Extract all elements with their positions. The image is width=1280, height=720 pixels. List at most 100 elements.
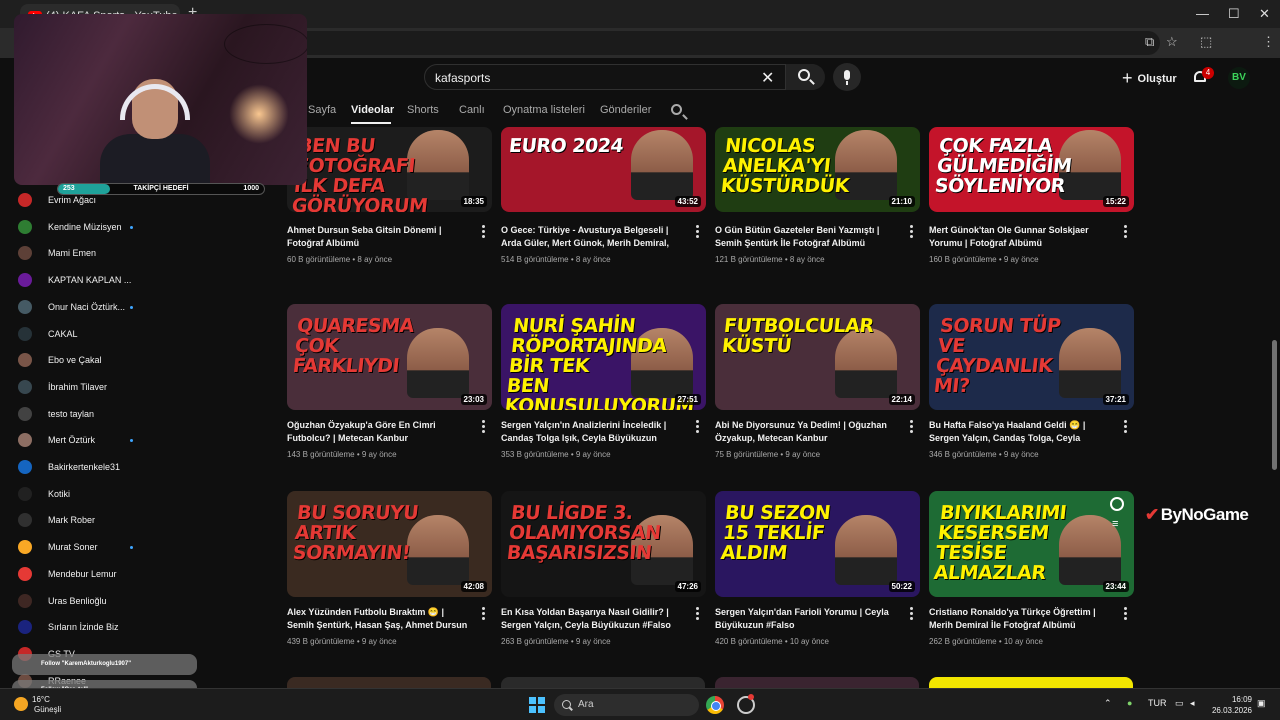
create-button[interactable]: + Oluştur: [1122, 68, 1177, 89]
video-title[interactable]: Cristiano Ronaldo'ya Türkçe Öğrettim | M…: [929, 606, 1114, 632]
extensions-icon[interactable]: ⬚: [1200, 34, 1212, 50]
video-title[interactable]: O Gün Bütün Gazeteler Beni Yazmıştı | Se…: [715, 224, 900, 250]
video-more-options-icon[interactable]: [696, 225, 699, 238]
video-title[interactable]: En Kısa Yoldan Başarıya Nasıl Gidilir? |…: [501, 606, 686, 632]
video-more-options-icon[interactable]: [696, 420, 699, 433]
video-title[interactable]: Ahmet Dursun Seba Gitsin Dönemi | Fotoğr…: [287, 224, 472, 250]
video-more-options-icon[interactable]: [910, 420, 913, 433]
video-title[interactable]: Oğuzhan Özyakup'a Göre En Cimri Futbolcu…: [287, 419, 472, 445]
sidebar-channel-item[interactable]: Kotiki: [18, 484, 143, 504]
video-title[interactable]: Mert Günok'tan Ole Gunnar Solskjaer Yoru…: [929, 224, 1114, 250]
notification-center-icon[interactable]: ▣: [1257, 698, 1266, 709]
sidebar-channel-item[interactable]: KAPTAN KAPLAN ...: [18, 270, 143, 290]
video-age: 9 ay önce: [575, 637, 611, 646]
microphone-tray-icon[interactable]: ●: [1127, 698, 1132, 708]
video-thumbnail-partial[interactable]: [715, 677, 919, 688]
video-thumbnail-partial[interactable]: [287, 677, 491, 688]
sidebar-channel-item[interactable]: CAKAL: [18, 324, 143, 344]
minimize-button[interactable]: —: [1196, 6, 1209, 21]
cast-icon[interactable]: ⧉: [1145, 34, 1154, 50]
channel-avatar: [18, 540, 32, 555]
sidebar-channel-item[interactable]: testo taylan: [18, 404, 143, 424]
video-thumbnail[interactable]: NICOLAS ANELKA'YI KÜSTÜRDÜK 21:10: [715, 127, 920, 212]
video-thumbnail[interactable]: BU LİGDE 3. OLAMIYORSAN BAŞARISIZSIN 47:2…: [501, 491, 706, 597]
chrome-menu-icon[interactable]: ⋮: [1262, 34, 1275, 50]
maximize-button[interactable]: ☐: [1228, 6, 1240, 22]
video-title[interactable]: Alex Yüzünden Futbolu Bıraktım 😁 | Semih…: [287, 606, 472, 632]
sidebar-channel-item[interactable]: Bakirkertenkele31: [18, 457, 143, 477]
sidebar-channel-item[interactable]: İbrahim Tilaver: [18, 377, 143, 397]
meta-separator: •: [568, 255, 576, 264]
video-views: 346 B görüntüleme: [929, 450, 997, 459]
video-more-options-icon[interactable]: [910, 225, 913, 238]
sidebar-channel-item[interactable]: Ebo ve Çakal: [18, 350, 143, 370]
search-button[interactable]: [785, 64, 825, 90]
sidebar-channel-item[interactable]: Mark Rober: [18, 510, 143, 530]
windows-start-icon[interactable]: [529, 697, 545, 713]
bookmark-star-icon[interactable]: ☆: [1166, 34, 1178, 50]
tab-shorts[interactable]: Shorts: [407, 104, 439, 116]
weather-widget[interactable]: 16°C Güneşli: [14, 695, 61, 715]
video-more-options-icon[interactable]: [482, 420, 485, 433]
tray-chevron-icon[interactable]: ⌃: [1104, 698, 1112, 709]
volume-icon[interactable]: ◂: [1190, 698, 1195, 709]
meta-separator: •: [782, 637, 790, 646]
video-thumbnail[interactable]: FUTBOLCULAR KÜSTÜ 22:14: [715, 304, 920, 410]
search-box[interactable]: kafasports ✕: [424, 64, 825, 90]
sidebar-channel-item[interactable]: Mendebur Lemur: [18, 564, 143, 584]
sidebar-channel-item[interactable]: Uras Benlioğlu: [18, 591, 143, 611]
video-thumbnail[interactable]: SORUN TÜP VE ÇAYDANLIK MI? 37:21: [929, 304, 1134, 410]
video-more-options-icon[interactable]: [482, 225, 485, 238]
close-window-button[interactable]: ✕: [1259, 6, 1270, 22]
sidebar-channel-item[interactable]: Mert Öztürk: [18, 430, 143, 450]
taskbar-search[interactable]: Ara: [554, 694, 699, 716]
video-title[interactable]: Sergen Yalçın'dan Farioli Yorumu | Ceyla…: [715, 606, 900, 632]
follower-goal-bar: TAKİPÇİ HEDEFİ 253 1000: [57, 183, 265, 195]
video-more-options-icon[interactable]: [1124, 420, 1127, 433]
video-duration-badge: 18:35: [460, 196, 487, 207]
tab-oynatma-listeleri[interactable]: Oynatma listeleri: [503, 104, 585, 116]
language-indicator[interactable]: TUR: [1148, 698, 1167, 708]
video-thumbnail[interactable]: NURİ ŞAHİN RÖPORTAJINDA BİR TEK BEN KONU…: [501, 304, 706, 410]
video-thumbnail[interactable]: QUARESMA ÇOK FARKLIYDI 23:03: [287, 304, 492, 410]
address-bar[interactable]: [160, 31, 1160, 55]
video-thumbnail[interactable]: BU SEZON 15 TEKLİF ALDIM 50:22: [715, 491, 920, 597]
video-more-options-icon[interactable]: [910, 607, 913, 620]
video-more-options-icon[interactable]: [1124, 225, 1127, 238]
video-more-options-icon[interactable]: [482, 607, 485, 620]
video-title[interactable]: Abi Ne Diyorsunuz Ya Dedim! | Oğuzhan Öz…: [715, 419, 900, 445]
page-scrollbar[interactable]: [1272, 340, 1277, 470]
account-avatar[interactable]: BV: [1228, 67, 1250, 89]
video-thumbnail[interactable]: BU SORUYU ARTIK SORMAYIN! 42:08: [287, 491, 492, 597]
sidebar-channel-item[interactable]: Sırların İzinde Biz: [18, 617, 143, 637]
video-more-options-icon[interactable]: [1124, 607, 1127, 620]
tab-videolar[interactable]: Videolar: [351, 104, 394, 116]
taskbar-clock[interactable]: 16:09 26.03.2026: [1206, 694, 1252, 716]
voice-search-icon[interactable]: [833, 63, 861, 91]
tab-gonderiler[interactable]: Gönderiler: [600, 104, 651, 116]
video-thumbnail[interactable]: BIYIKLARIMI KESERSEM TESİSE ALMAZLAR 23:4…: [929, 491, 1134, 597]
meta-separator: •: [782, 255, 790, 264]
video-title[interactable]: O Gece: Türkiye - Avusturya Belgeseli | …: [501, 224, 686, 250]
sidebar-channel-item[interactable]: Mami Emen: [18, 243, 143, 263]
sidebar-channel-item[interactable]: Kendine Müzisyen: [18, 217, 143, 237]
search-input[interactable]: kafasports: [435, 71, 490, 85]
video-thumbnail-partial[interactable]: [501, 677, 705, 688]
add-to-queue-icon[interactable]: ≡: [1112, 518, 1118, 530]
video-more-options-icon[interactable]: [696, 607, 699, 620]
clear-search-icon[interactable]: ✕: [761, 68, 774, 88]
tab-sayfa[interactable]: Sayfa: [308, 104, 336, 116]
chrome-app-icon[interactable]: [706, 696, 724, 714]
tab-canli[interactable]: Canlı: [459, 104, 485, 116]
video-meta: 420 B görüntüleme • 10 ay önce: [715, 637, 829, 646]
video-age: 10 ay önce: [1003, 637, 1043, 646]
video-title[interactable]: Bu Hafta Falso'ya Haaland Geldi 😁 | Serg…: [929, 419, 1114, 445]
sidebar-channel-item[interactable]: Murat Soner: [18, 537, 143, 557]
network-icon[interactable]: ▭: [1175, 698, 1184, 709]
video-thumbnail-partial[interactable]: [929, 677, 1133, 688]
sidebar-channel-item[interactable]: Onur Naci Öztürk...: [18, 297, 143, 317]
video-thumbnail[interactable]: ÇOK FAZLA GÜLMEDİĞİM SÖYLENİYOR 15:22: [929, 127, 1134, 212]
video-thumbnail[interactable]: EURO 2024 43:52: [501, 127, 706, 212]
video-title[interactable]: Sergen Yalçın'ın Analizlerini İnceledik …: [501, 419, 686, 445]
watch-later-icon[interactable]: [1110, 497, 1124, 511]
